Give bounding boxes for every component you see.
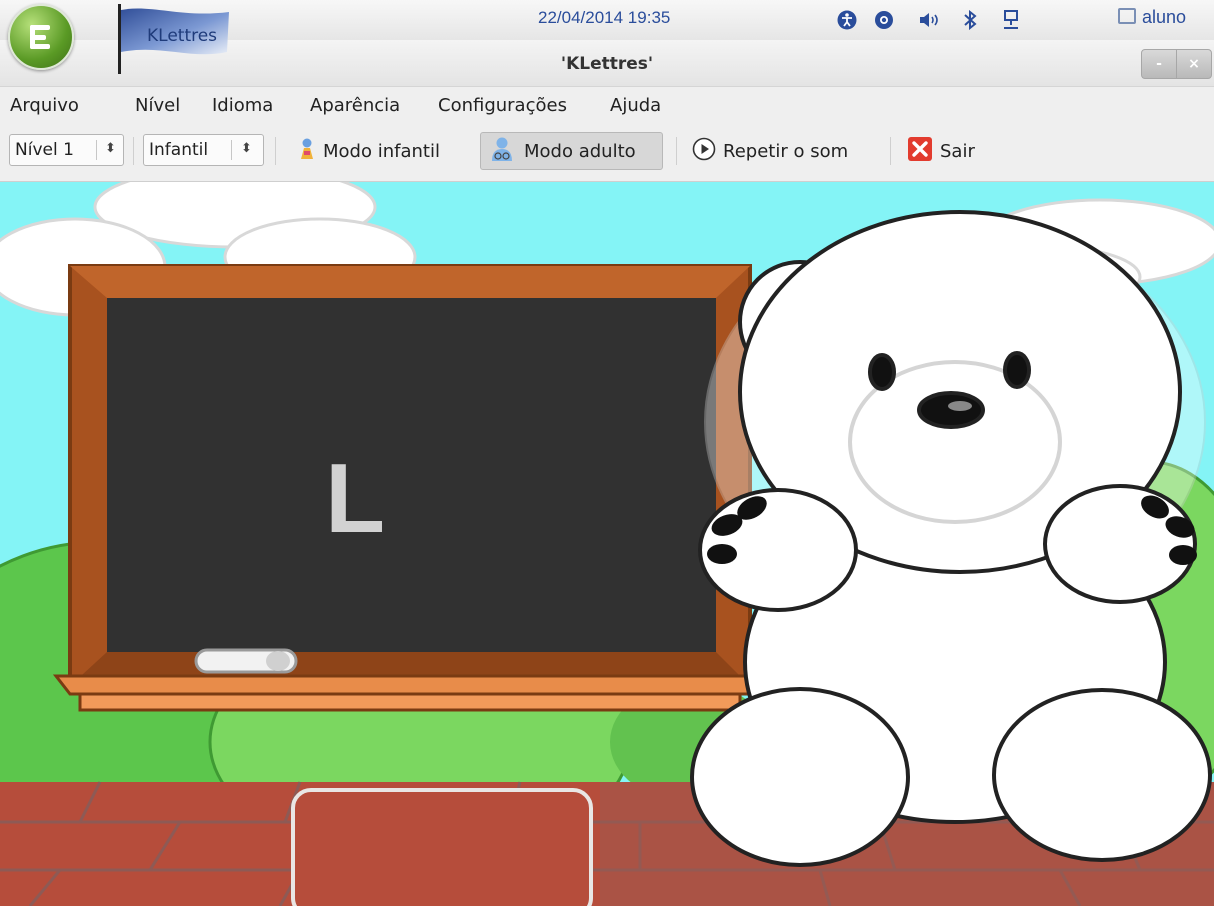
launcher-icon (28, 25, 54, 49)
kid-icon (298, 137, 316, 166)
answer-input[interactable] (291, 788, 593, 906)
language-select[interactable]: Infantil ⬍ (143, 134, 264, 166)
network-icon[interactable] (1000, 9, 1022, 31)
launcher-button[interactable] (8, 4, 74, 70)
kid-mode-label: Modo infantil (323, 140, 440, 162)
scene-background (0, 182, 1214, 906)
minimize-icon: - (1156, 56, 1162, 72)
menu-bar: Arquivo Nível Idioma Aparência Configura… (0, 87, 1214, 123)
select-divider (231, 140, 232, 160)
level-select[interactable]: Nível 1 ⬍ (9, 134, 124, 166)
adult-icon (487, 136, 517, 167)
blackboard (52, 264, 762, 712)
toolbar-separator (676, 137, 677, 165)
teddy-bear (690, 210, 1212, 867)
close-icon: × (1188, 56, 1200, 72)
level-select-value: Nível 1 (15, 140, 74, 160)
quit-icon (907, 136, 933, 167)
quit-label: Sair (940, 140, 975, 162)
toolbar-separator (275, 137, 276, 165)
user-icon (1118, 8, 1136, 24)
adult-mode-button[interactable]: Modo adulto (480, 132, 663, 170)
volume-icon[interactable] (918, 9, 940, 31)
quit-button[interactable]: Sair (903, 132, 979, 170)
menu-aparencia[interactable]: Aparência (310, 95, 400, 116)
repeat-sound-button[interactable]: Repetir o som (688, 132, 852, 170)
lifebuoy-icon[interactable] (873, 9, 895, 31)
spinner-arrows-icon: ⬍ (105, 141, 116, 156)
bluetooth-icon[interactable] (959, 9, 981, 31)
menu-arquivo[interactable]: Arquivo (10, 95, 79, 116)
toolbar-separator (133, 137, 134, 165)
toolbar-separator (890, 137, 891, 165)
panel-clock[interactable]: 22/04/2014 19:35 (538, 8, 670, 28)
user-name: aluno (1142, 7, 1187, 27)
board-letter: L (325, 443, 385, 553)
menu-idioma[interactable]: Idioma (212, 95, 273, 116)
app-launcher-label[interactable]: KLettres (147, 26, 217, 46)
flag-pole (118, 4, 121, 74)
select-divider (96, 140, 97, 160)
adult-mode-label: Modo adulto (524, 140, 636, 162)
menu-nivel[interactable]: Nível (135, 95, 180, 116)
kid-mode-button[interactable]: Modo infantil (292, 132, 446, 170)
language-select-value: Infantil (149, 140, 209, 160)
accessibility-icon[interactable] (836, 9, 858, 31)
user-menu[interactable]: aluno (1118, 7, 1186, 28)
spinner-arrows-icon: ⬍ (241, 141, 252, 156)
toolbar: Nível 1 ⬍ Infantil ⬍ Modo infantil Modo … (0, 123, 1214, 182)
top-panel: KLettres 22/04/2014 19:35 aluno (0, 0, 1214, 74)
play-icon (692, 137, 716, 166)
close-button[interactable]: × (1176, 49, 1212, 79)
menu-ajuda[interactable]: Ajuda (610, 95, 661, 116)
minimize-button[interactable]: - (1141, 49, 1177, 79)
menu-configuracoes[interactable]: Configurações (438, 95, 567, 116)
game-scene: L (0, 182, 1214, 906)
repeat-sound-label: Repetir o som (723, 140, 849, 162)
